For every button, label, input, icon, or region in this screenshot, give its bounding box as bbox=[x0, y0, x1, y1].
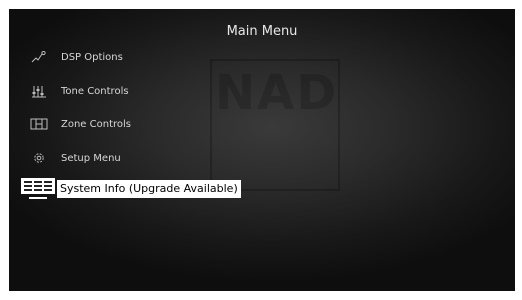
menu-item-label: Tone Controls bbox=[61, 85, 129, 97]
menu-item-label-selected: System Info (Upgrade Available) bbox=[57, 180, 241, 198]
menu-item-label: Setup Menu bbox=[61, 152, 121, 164]
main-menu-screen: NAD Main Menu DSP Options Tone Controls … bbox=[9, 9, 515, 291]
main-menu-list: DSP Options Tone Controls Zone Controls … bbox=[9, 9, 515, 291]
system-info-icon bbox=[21, 178, 55, 200]
tone-controls-icon bbox=[29, 83, 49, 99]
menu-item-label: Zone Controls bbox=[61, 118, 131, 130]
dsp-options-icon bbox=[29, 49, 49, 65]
menu-item-label: DSP Options bbox=[61, 51, 123, 63]
menu-item-setup-menu[interactable]: Setup Menu bbox=[29, 147, 121, 169]
menu-item-zone-controls[interactable]: Zone Controls bbox=[29, 113, 131, 135]
zone-controls-icon bbox=[29, 116, 49, 132]
menu-item-tone-controls[interactable]: Tone Controls bbox=[29, 80, 129, 102]
menu-item-system-info[interactable]: System Info (Upgrade Available) bbox=[21, 178, 241, 200]
setup-gear-icon bbox=[29, 150, 49, 166]
tv-frame: NAD Main Menu DSP Options Tone Controls … bbox=[0, 0, 522, 300]
top-strip bbox=[0, 0, 522, 9]
menu-item-dsp-options[interactable]: DSP Options bbox=[29, 46, 123, 68]
